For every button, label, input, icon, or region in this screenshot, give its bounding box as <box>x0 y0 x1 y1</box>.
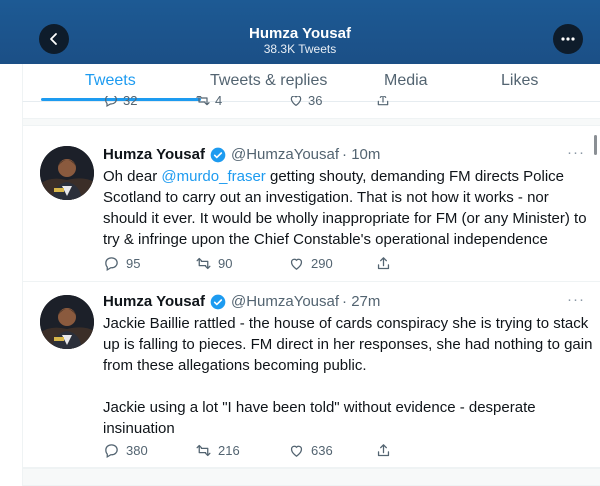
retweet-button[interactable]: 4 <box>195 96 222 108</box>
retweet-count: 216 <box>218 443 240 458</box>
tab-likes[interactable]: Likes <box>501 72 538 90</box>
reply-button[interactable]: 380 <box>103 442 148 459</box>
like-count: 36 <box>308 96 323 108</box>
retweet-icon <box>196 444 211 457</box>
profile-header: Humza Yousaf 38.3K Tweets <box>0 0 600 64</box>
like-count: 636 <box>311 443 333 458</box>
reply-count: 32 <box>123 96 138 108</box>
retweet-button[interactable]: 90 <box>195 255 232 272</box>
share-icon <box>377 444 390 457</box>
tweet-actions: 95 90 290 <box>103 255 403 275</box>
like-icon <box>290 96 302 107</box>
tweet-timestamp[interactable]: · 27m <box>342 293 380 310</box>
like-button[interactable]: 36 <box>288 96 322 108</box>
like-button[interactable]: 290 <box>288 255 333 272</box>
verified-badge-icon <box>210 294 226 309</box>
reply-button[interactable]: 95 <box>103 255 140 272</box>
tweet-count: 38.3K Tweets <box>263 42 337 56</box>
mention-link[interactable]: @murdo_fraser <box>161 168 265 185</box>
tweet-text-part: Oh dear <box>103 168 162 185</box>
scrollbar[interactable] <box>594 135 597 155</box>
author-name[interactable]: Humza Yousaf <box>103 293 205 310</box>
retweet-count: 4 <box>215 96 223 108</box>
reply-button[interactable]: 32 <box>103 96 137 108</box>
reply-count: 95 <box>126 256 141 271</box>
verified-badge-icon <box>210 147 226 162</box>
tweet-menu-button[interactable]: ··· <box>567 144 585 161</box>
retweet-count: 90 <box>218 256 233 271</box>
share-button[interactable] <box>375 442 392 459</box>
share-icon <box>377 96 389 106</box>
profile-name-title: Humza Yousaf <box>249 25 351 42</box>
author-handle[interactable]: @HumzaYousaf <box>231 293 339 310</box>
tweet-item[interactable]: Humza Yousaf @HumzaYousaf · 10m ··· Oh d… <box>23 126 600 282</box>
share-button[interactable] <box>375 96 391 108</box>
reply-icon <box>105 96 117 108</box>
section-separator <box>23 468 600 486</box>
retweet-icon <box>196 96 210 106</box>
author-name[interactable]: Humza Yousaf <box>103 146 205 163</box>
reply-count: 380 <box>126 443 148 458</box>
section-separator <box>23 118 600 126</box>
like-button[interactable]: 636 <box>288 442 333 459</box>
like-count: 290 <box>311 256 333 271</box>
reply-icon <box>105 444 118 459</box>
author-handle[interactable]: @HumzaYousaf <box>231 146 339 163</box>
tweet-menu-button[interactable]: ··· <box>567 291 585 308</box>
like-icon <box>290 445 303 457</box>
tweet-actions: 380 216 636 <box>103 442 403 462</box>
more-options-button[interactable] <box>553 24 583 54</box>
tab-tweets[interactable]: Tweets <box>85 72 136 90</box>
prior-tweet-actions: 32 4 36 <box>23 96 600 110</box>
share-icon <box>377 257 390 270</box>
tweet-text: Oh dear @murdo_fraser getting shouty, de… <box>103 166 593 250</box>
retweet-icon <box>196 257 211 270</box>
share-button[interactable] <box>375 255 392 272</box>
tab-media[interactable]: Media <box>384 72 428 90</box>
retweet-button[interactable]: 216 <box>195 442 240 459</box>
like-icon <box>290 258 303 270</box>
reply-icon <box>105 257 118 272</box>
more-options-icon <box>561 37 575 41</box>
tab-tweets-and-replies[interactable]: Tweets & replies <box>210 72 327 90</box>
avatar[interactable] <box>40 295 94 349</box>
tweet-timestamp[interactable]: · 10m <box>342 146 380 163</box>
tweet-text: Jackie Baillie rattled - the house of ca… <box>103 315 593 437</box>
tweet-item[interactable]: Humza Yousaf @HumzaYousaf · 27m ··· Jack… <box>23 282 600 468</box>
avatar[interactable] <box>40 146 94 200</box>
